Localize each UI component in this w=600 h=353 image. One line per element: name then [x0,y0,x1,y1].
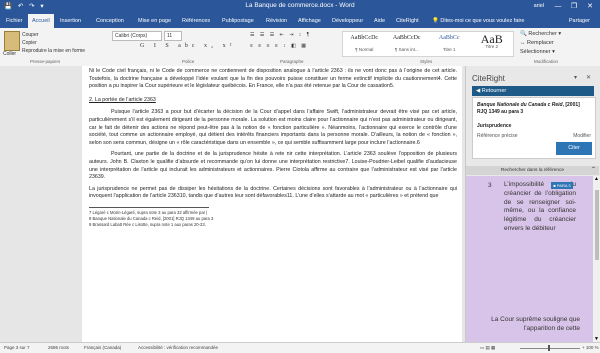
find-button[interactable]: 🔍 Rechercher ▾ [520,31,561,37]
tab-accueil[interactable]: Accueil [28,14,54,28]
paragraph-1: Ni le Code civil français, ni le Code de… [89,68,457,90]
tab-insertion[interactable]: Insertion [56,14,85,28]
paste-icon[interactable] [4,31,20,51]
format-painter-button[interactable]: Reproduire la mise en forme [22,48,85,54]
style-no-spacing[interactable]: AaBbCcDc ¶ Sans int... [386,32,429,56]
ribbon-tabs: Fichier Accueil Insertion Conception Mis… [0,14,600,28]
tab-mise-en-page[interactable]: Mise en page [134,14,175,28]
paragraph-2: Puisque l’article 2363 a pour but d’écar… [89,109,457,146]
view-buttons[interactable]: ▭ ▤ ▦ [480,345,495,351]
chevron-up-icon[interactable]: ⌃ [591,166,596,175]
paragraph-row-2[interactable]: ≡ ≡ ≡ ≡ ↕ ◧ ▦ [250,43,308,49]
zoom-level[interactable]: + 100 % [582,345,599,350]
result-text-next: La Cour suprême souligne que l’apparitio… [491,316,580,332]
accessibility-status[interactable]: Accessibilité : vérification recommandée [138,345,218,350]
footnote-9: 9 Brassard Labatt Rée c Lisotte, supra n… [89,221,206,227]
select-button[interactable]: Sélectionner ▾ [520,49,555,55]
reference-result[interactable]: 3 L’impossibilité du créancier de l’obli… [466,176,593,342]
clipboard-group-label: Presse-papiers [30,59,61,64]
tab-citeright[interactable]: CiteRight [392,14,423,28]
back-button[interactable]: ◀ Retourner [472,86,594,96]
document-page[interactable]: Ni le Code civil français, ni le Code de… [82,66,462,342]
paragraph-row-1[interactable]: ☰ ☰ ☰ ⇤ ⇥ ↕ ¶ [250,32,311,38]
tab-developpeur[interactable]: Développeur [328,14,367,28]
modify-link[interactable]: Modifier [573,133,591,139]
font-name-select[interactable]: Calibri (Corps) [112,31,162,41]
pane-options-icon[interactable]: ▾ [574,74,577,81]
paragraph-number: 3 [488,182,492,189]
scroll-thumb[interactable] [595,190,599,260]
copy-button[interactable]: Copier [22,40,37,46]
tab-references[interactable]: Références [178,14,214,28]
user-name[interactable]: ariel [534,3,544,9]
document-body[interactable]: Ni le Code civil français, ni le Code de… [89,68,457,227]
tab-aide[interactable]: Aide [370,14,389,28]
style-heading-1[interactable]: AaBbCc Titre 1 [428,32,471,56]
share-button[interactable]: Partager [565,14,594,28]
font-group-label: Police [182,59,195,64]
styles-gallery: AaBbCcDc ¶ Normal AaBbCcDc ¶ Sans int...… [342,31,514,57]
zoom-thumb[interactable] [548,345,550,351]
style-normal[interactable]: AaBbCcDc ¶ Normal [343,32,386,56]
precise-reference-label: Référence précise [477,133,518,139]
citation-text: Banque Nationale du Canada c Reid, [2001… [477,102,580,115]
section-heading: 2. La portée de l’article 2363 [89,96,156,103]
close-icon[interactable]: ✕ [582,0,598,14]
cut-button[interactable]: Couper [22,32,38,38]
window-title: La Banque de commerce.docx - Word [245,2,355,9]
font-size-select[interactable]: 11 [164,31,182,41]
document-area: Ni le Code civil français, ni le Code de… [0,66,465,342]
pane-close-icon[interactable]: ✕ [586,74,591,81]
pane-title: CiteRight [472,74,505,83]
paragraph-group-label: Paragraphe [280,59,304,64]
style-heading-2[interactable]: AaB Titre 2 [471,32,514,56]
replace-button[interactable]: ↔ Remplacer [520,40,554,46]
pane-scrollbar[interactable]: ▲ ▼ [593,176,600,342]
footnote-separator [89,206,209,208]
tell-me-search[interactable]: 💡 Dites-moi ce que vous voulez faire [428,14,528,28]
ribbon: Coller Couper Copier Reproduire la mise … [0,28,600,67]
status-bar: Page 3 sur 7 2686 mots Français (Canada)… [0,342,600,353]
paragraph-3: Pourtant, une partie de la doctrine et d… [89,151,457,181]
restore-icon[interactable]: ❐ [566,0,582,14]
zoom-slider[interactable] [520,348,580,349]
tab-conception[interactable]: Conception [92,14,128,28]
format-buttons[interactable]: G I S abc x₂ x² [140,43,235,49]
window-controls: — ❐ ✕ [550,0,598,14]
minimize-icon[interactable]: — [550,0,566,14]
para-badge[interactable]: ■ PARA 3 [551,182,573,189]
word-count[interactable]: 2686 mots [48,345,69,350]
tab-publipostage[interactable]: Publipostage [218,14,258,28]
cite-button[interactable]: Citer [556,142,592,155]
tab-fichier[interactable]: Fichier [2,14,27,28]
styles-group-label: Styles [420,59,433,64]
scroll-up-icon[interactable]: ▲ [594,176,599,182]
paragraph-4: La jurisprudence ne permet pas de dissip… [89,185,457,200]
language[interactable]: Français (Canada) [84,345,121,350]
title-bar: 💾 ↶ ↷ ▾ La Banque de commerce.docx - Wor… [0,0,600,14]
search-in-reference-bar[interactable]: Rechercher dans la référence ⌃ [466,166,599,175]
tab-affichage[interactable]: Affichage [294,14,325,28]
tab-revision[interactable]: Révision [262,14,291,28]
citation-card: Banque Nationale du Canada c Reid, [2001… [472,97,596,159]
editing-group-label: Modification [534,59,559,64]
citation-type: Jurisprudence [477,123,512,129]
citeright-pane: CiteRight ▾ ✕ ◀ Retourner Banque Nationa… [465,66,600,342]
paste-button[interactable]: Coller [3,51,16,57]
page-count[interactable]: Page 3 sur 7 [4,345,30,350]
